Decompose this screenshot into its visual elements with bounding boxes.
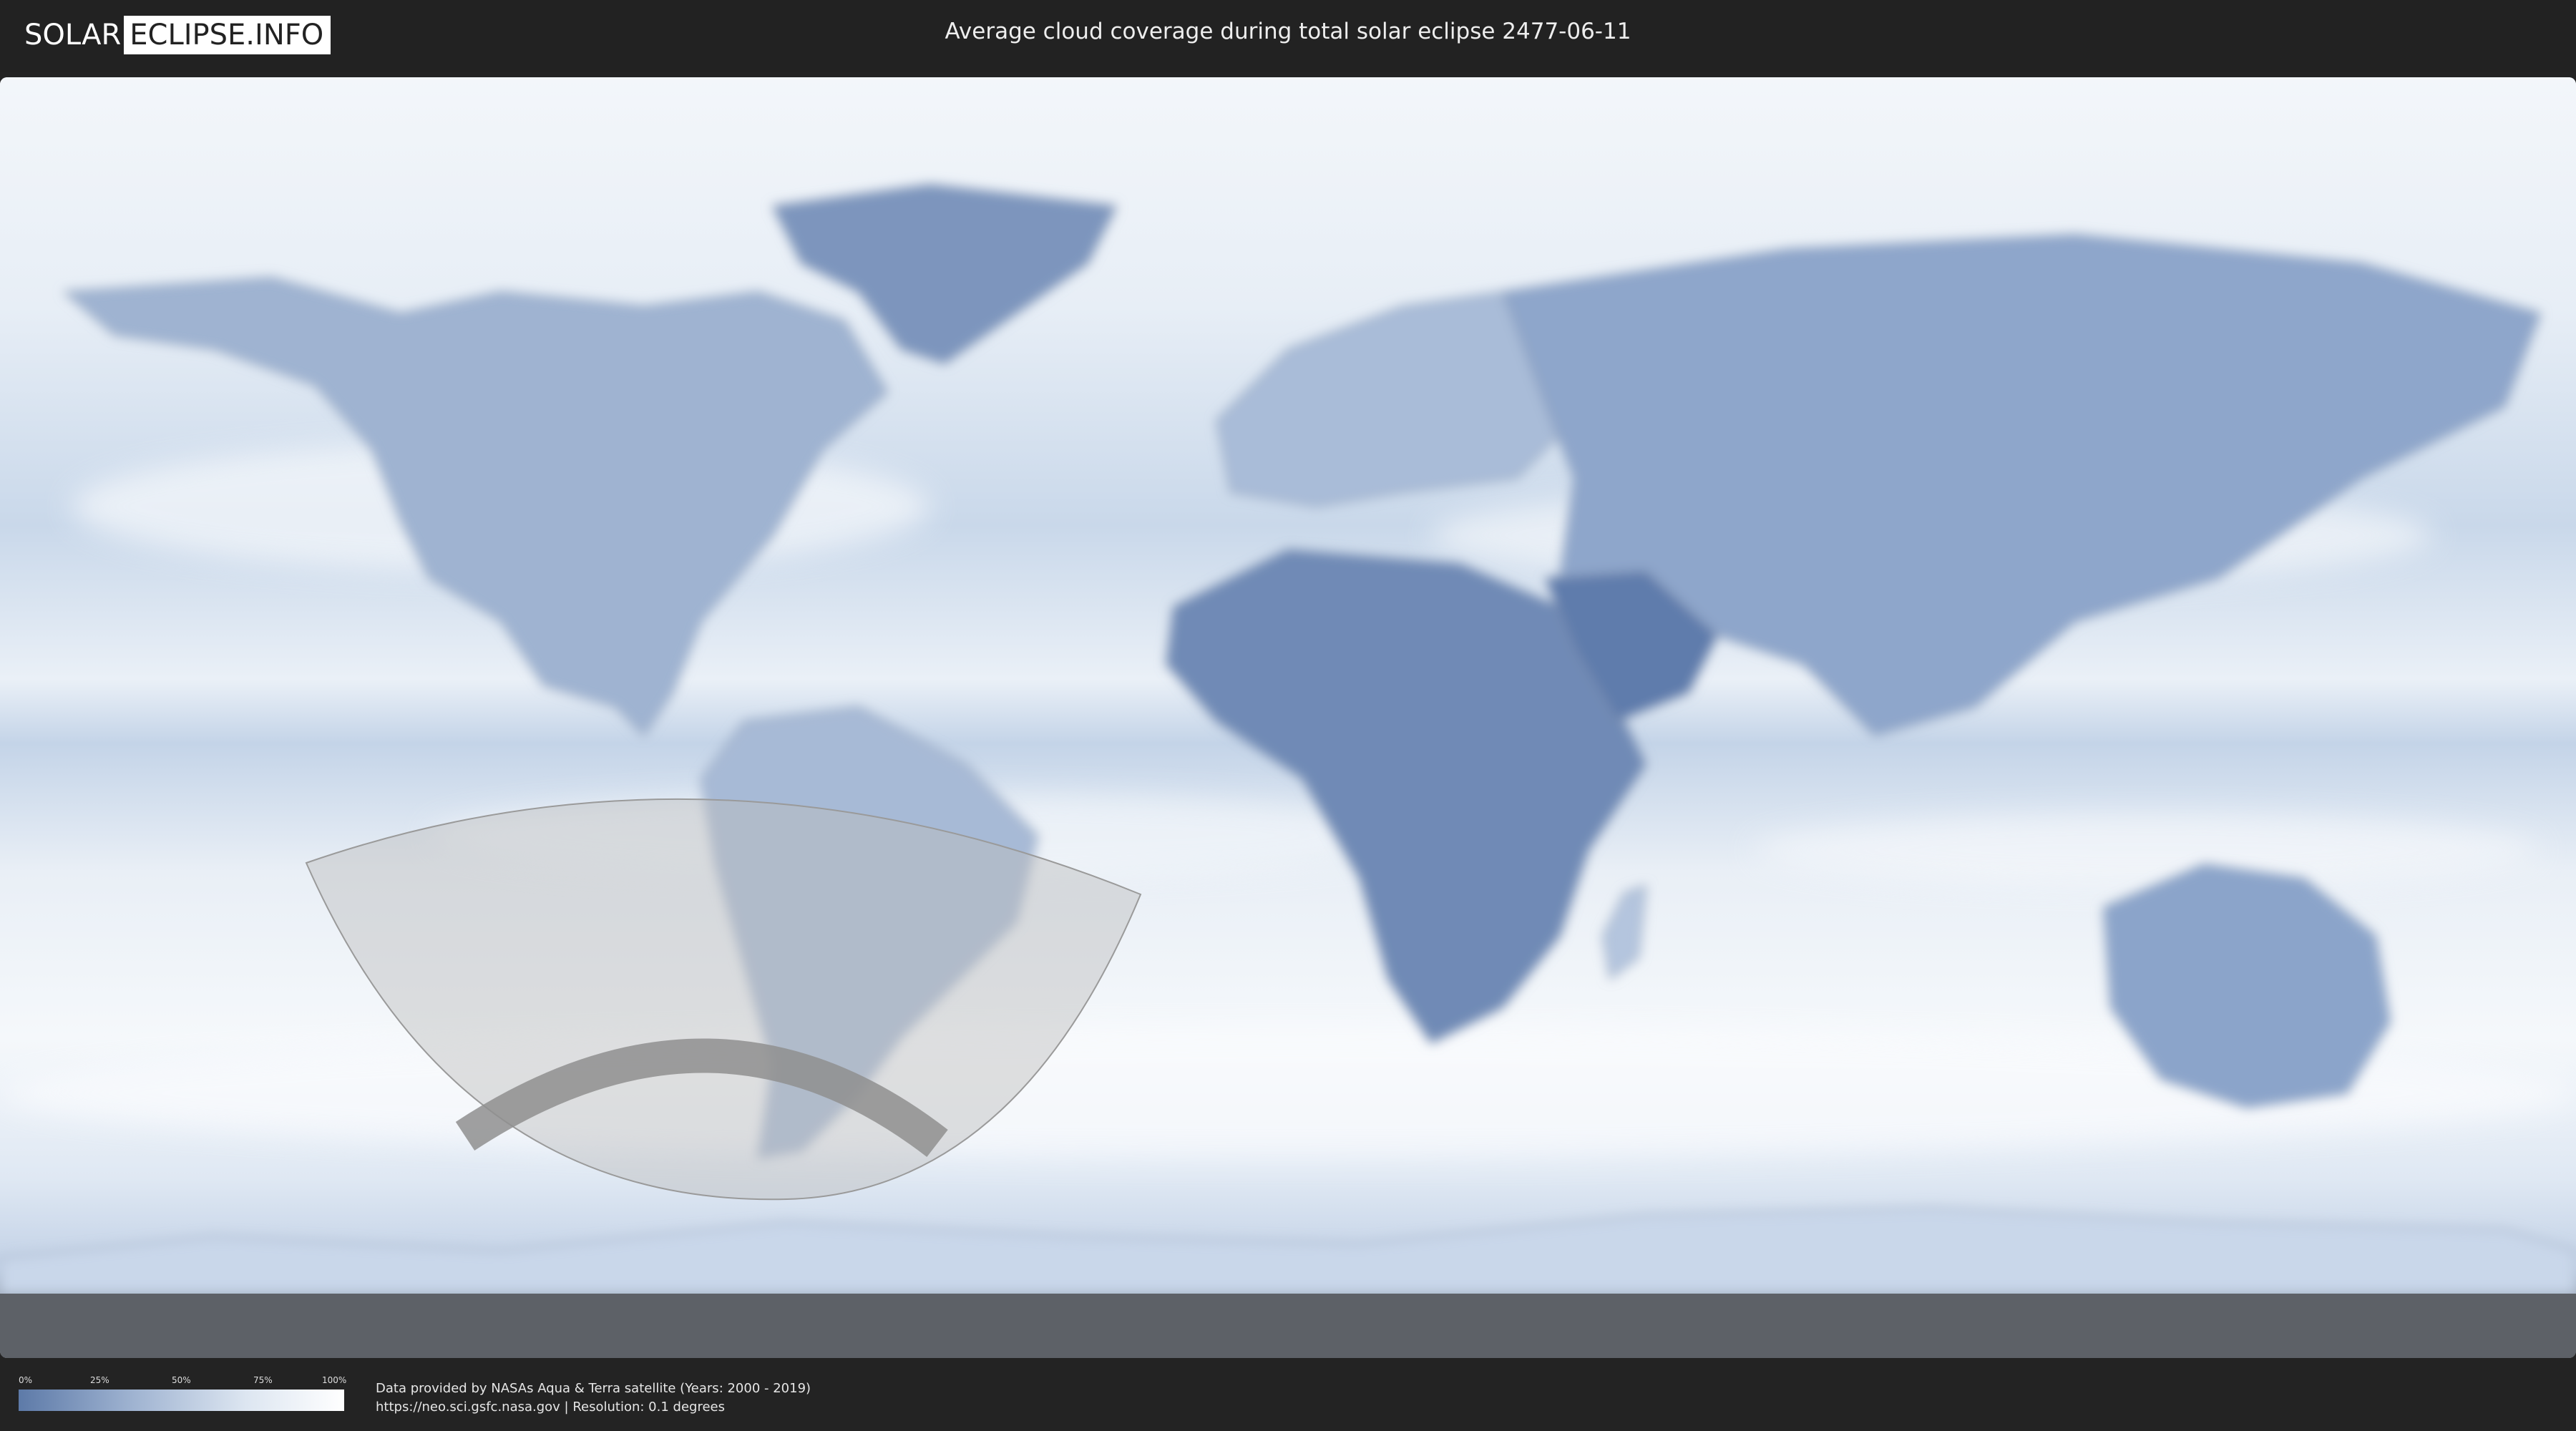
legend-tick: 75%: [253, 1375, 273, 1385]
header-bar: SOLAR ECLIPSE.INFO Average cloud coverag…: [0, 0, 2576, 72]
legend-tick-labels: 0% 25% 50% 75% 100%: [19, 1375, 347, 1387]
cloud-coverage-map[interactable]: [0, 77, 2576, 1358]
credits-line-1: Data provided by NASAs Aqua & Terra sate…: [376, 1381, 811, 1396]
world-map-svg: [0, 77, 2576, 1358]
legend-tick: 100%: [322, 1375, 347, 1385]
page-title: Average cloud coverage during total sola…: [945, 19, 1631, 44]
legend-tick: 25%: [90, 1375, 109, 1385]
data-credits: Data provided by NASAs Aqua & Terra sate…: [376, 1379, 811, 1417]
legend-tick: 50%: [172, 1375, 191, 1385]
credits-line-2: https://neo.sci.gsfc.nasa.gov | Resoluti…: [376, 1400, 725, 1415]
polar-nodata-strip: [0, 1294, 2576, 1358]
legend-tick: 0%: [19, 1375, 33, 1385]
legend-color-bar: [19, 1390, 344, 1411]
